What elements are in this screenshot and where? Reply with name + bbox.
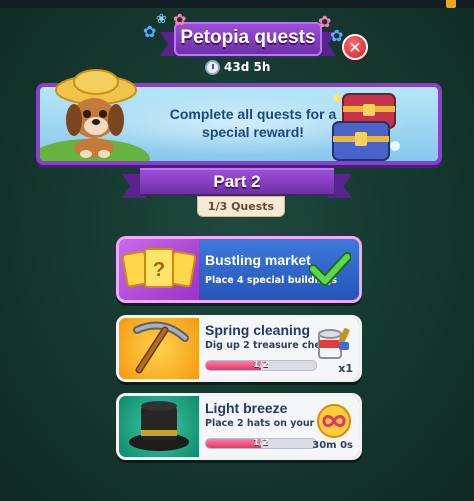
top-hat-icon [129, 401, 189, 451]
progress-label: 1/2 [253, 360, 269, 370]
progress-label: 1/2 [253, 438, 269, 448]
mystery-cards-icon: ? [121, 248, 197, 288]
svg-text:?: ? [153, 259, 165, 281]
quest-card-spring-cleaning[interactable]: Spring cleaning Dig up 2 treasure chests… [116, 315, 362, 382]
quest-icon-box: ? [119, 239, 199, 300]
checkmark-icon [309, 252, 351, 286]
close-icon: ✕ [348, 37, 362, 57]
event-timer: 43d 5h [205, 58, 270, 76]
quest-title: Spring cleaning [205, 322, 311, 338]
quest-body: Light breeze Place 2 hats on your pets 1… [199, 396, 359, 457]
pickaxe-icon [133, 321, 189, 374]
reward-count: x1 [338, 362, 353, 375]
small-blue-flower-icon: ❀ [156, 12, 167, 27]
banner-text: Complete all quests for a special reward… [169, 106, 337, 140]
timer-text: 43d 5h [224, 60, 271, 74]
top-status-bar [0, 0, 474, 8]
quest-icon-box [119, 318, 199, 379]
treasure-chests-icon [332, 93, 400, 161]
quest-card-bustling-market[interactable]: ? Bustling market Place 4 special buildi… [116, 236, 362, 303]
close-button[interactable]: ✕ [342, 34, 368, 60]
reward-time: 30m 0s [312, 440, 353, 451]
status-nub [446, 0, 456, 8]
quest-title: Bustling market [205, 252, 311, 268]
pink-flower-icon: ✿ [173, 10, 187, 29]
paint-bucket-icon [318, 328, 350, 359]
blue-flower-icon: ✿ [143, 22, 157, 41]
clock-icon [205, 59, 220, 75]
part-title: Part 2 [213, 172, 261, 191]
page-title: Petopia quests [180, 27, 316, 48]
quest-body: Bustling market Place 4 special building… [199, 239, 359, 300]
blue-flower-icon: ✿ [330, 26, 344, 45]
puppy-mascot-icon [55, 69, 137, 158]
quest-body: Spring cleaning Dig up 2 treasure chests… [199, 318, 359, 379]
quest-title: Light breeze [205, 400, 288, 416]
infinity-icon [317, 404, 351, 438]
quest-card-light-breeze[interactable]: Light breeze Place 2 hats on your pets 1… [116, 393, 362, 460]
quest-progress-bar: 1/2 [205, 360, 317, 371]
quest-icon-box [119, 396, 199, 457]
quest-progress-bar: 1/2 [205, 438, 317, 449]
quest-progress-badge: 1/3 Quests [197, 196, 285, 217]
